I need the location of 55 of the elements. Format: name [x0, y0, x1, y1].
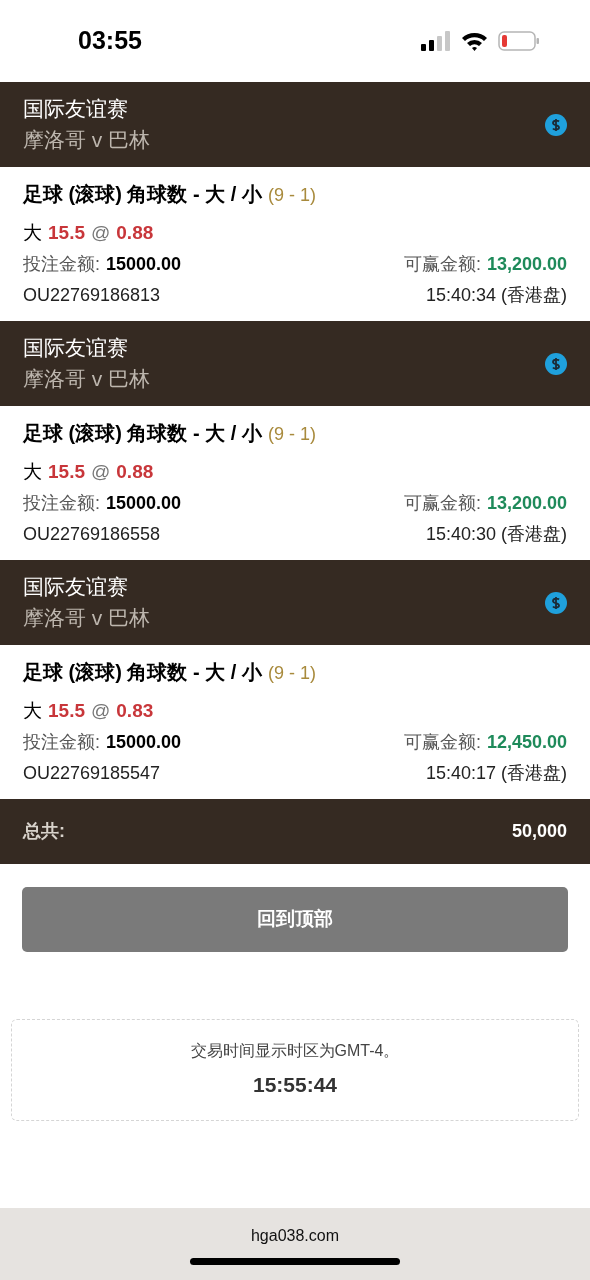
match-teams: 摩洛哥 v 巴林: [23, 604, 151, 631]
bet-odds: 0.88: [116, 221, 154, 245]
status-time: 03:55: [78, 25, 142, 57]
bet-title: 足球 (滚球) 角球数 - 大 / 小: [23, 421, 262, 446]
at-sign: @: [91, 699, 111, 723]
match-teams: 摩洛哥 v 巴林: [23, 126, 151, 153]
score: (9 - 1): [267, 423, 316, 446]
ticket-number: OU22769186813: [23, 284, 161, 307]
stake-amount: 15000.00: [106, 731, 182, 754]
at-sign: @: [91, 460, 111, 484]
wifi-icon: [461, 31, 488, 51]
stake-label: 投注金额:: [23, 731, 100, 754]
dollar-icon: [545, 113, 567, 136]
score: (9 - 1): [267, 184, 316, 207]
url-text[interactable]: hga038.com: [250, 1224, 340, 1248]
dollar-icon: [545, 591, 567, 614]
win-amount: 12,450.00: [486, 731, 567, 754]
league-name: 国际友谊赛: [23, 573, 129, 600]
win-label: 可赢金额:: [403, 253, 481, 276]
total-value: 50,000: [511, 820, 567, 843]
bet-odds: 0.88: [116, 460, 154, 484]
bet-line: 15.5: [48, 699, 85, 723]
win-label: 可赢金额:: [403, 492, 481, 515]
bet-time: 15:40:17 (香港盘): [425, 762, 567, 785]
bet-time: 15:40:34 (香港盘): [425, 284, 567, 307]
win-label: 可赢金额:: [403, 731, 481, 754]
dollar-icon: [545, 352, 567, 375]
bet-time: 15:40:30 (香港盘): [425, 523, 567, 546]
current-time: 15:55:44: [252, 1072, 338, 1099]
total-label: 总共:: [23, 820, 65, 843]
bet-side: 大: [23, 460, 42, 484]
bet-side: 大: [23, 221, 42, 245]
bet-line: 15.5: [48, 221, 85, 245]
league-name: 国际友谊赛: [23, 334, 129, 361]
bet-title: 足球 (滚球) 角球数 - 大 / 小: [23, 182, 262, 207]
bet-title: 足球 (滚球) 角球数 - 大 / 小: [23, 660, 262, 685]
at-sign: @: [91, 221, 111, 245]
bet-side: 大: [23, 699, 42, 723]
battery-icon: [498, 31, 540, 51]
win-amount: 13,200.00: [486, 253, 567, 276]
match-teams: 摩洛哥 v 巴林: [23, 365, 151, 392]
ticket-number: OU22769186558: [23, 523, 161, 546]
ticket-number: OU22769185547: [23, 762, 161, 785]
stake-label: 投注金额:: [23, 253, 100, 276]
timezone-note: 交易时间显示时区为GMT-4。: [190, 1041, 400, 1062]
back-to-top-button[interactable]: 回到顶部: [22, 887, 568, 952]
stake-amount: 15000.00: [106, 492, 182, 515]
signal-icon: [421, 31, 451, 51]
league-name: 国际友谊赛: [23, 95, 129, 122]
win-amount: 13,200.00: [486, 492, 567, 515]
stake-amount: 15000.00: [106, 253, 182, 276]
score: (9 - 1): [267, 662, 316, 685]
bet-odds: 0.83: [116, 699, 154, 723]
stake-label: 投注金额:: [23, 492, 100, 515]
bet-line: 15.5: [48, 460, 85, 484]
